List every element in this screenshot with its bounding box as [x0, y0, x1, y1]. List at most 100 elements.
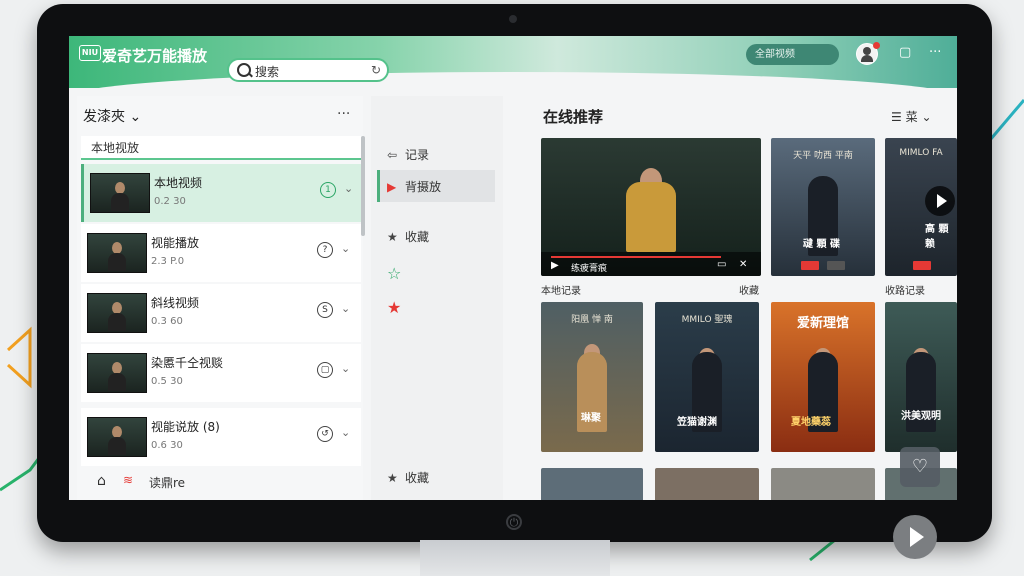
- status-badge: 1: [320, 182, 336, 198]
- movie-card[interactable]: [655, 468, 759, 500]
- play-button[interactable]: [925, 186, 955, 216]
- list-item[interactable]: 视能播放 2.3 P.0 ? ⌄: [81, 224, 361, 282]
- star-icon: ★: [387, 471, 398, 485]
- video-thumbnail: [90, 173, 150, 213]
- progress-bar[interactable]: [551, 256, 721, 258]
- nav-item-star-outline[interactable]: ☆: [387, 264, 405, 283]
- chevron-down-icon[interactable]: ⌄: [341, 302, 350, 315]
- video-meta: 0.6 30: [151, 440, 183, 451]
- star-icon: ★: [387, 230, 398, 244]
- card-top-text: 天平 叻西 平南: [793, 151, 853, 161]
- power-icon[interactable]: ⏻: [506, 514, 522, 530]
- chevron-down-icon[interactable]: ⌄: [341, 242, 350, 255]
- movie-card[interactable]: 阳凰 惮 南 琳聚: [541, 302, 643, 452]
- video-thumbnail: [87, 233, 147, 273]
- nav-item-playing[interactable]: ▶ 背摄放: [387, 178, 441, 195]
- trend-icon[interactable]: ≋: [123, 473, 133, 487]
- chevron-down-icon[interactable]: ⌄: [341, 426, 350, 439]
- footer-label[interactable]: 读鼎re: [149, 474, 185, 491]
- movie-card[interactable]: MMILO 聖瑰 笠猫谢渊: [655, 302, 759, 452]
- app-window: NIU 爱奇艺万能播放 全部视频 ▢ ··· 搜索 ↻ 发漆夾 ⌄ ··· 本地…: [69, 36, 957, 500]
- list-icon: ☰: [891, 110, 902, 124]
- card-title: 叇 顆 碟: [803, 239, 840, 250]
- folder-selector[interactable]: 发漆夾 ⌄: [83, 106, 141, 126]
- list-item[interactable]: 斜线视频 0.3 60 S ⌄: [81, 284, 361, 342]
- list-item[interactable]: 本地视频 0.2 30 1 ⌄: [81, 164, 361, 222]
- play-button[interactable]: [893, 515, 937, 559]
- status-badge: S: [317, 302, 333, 318]
- movie-card[interactable]: [771, 468, 875, 500]
- video-title: 视能说放 (8): [151, 420, 220, 434]
- status-badge: ?: [317, 242, 333, 258]
- card-caption: 收藏: [739, 286, 759, 297]
- section-title: 本地视放: [81, 136, 361, 160]
- video-title: 斜线视频: [151, 296, 200, 310]
- video-title: 视能播放: [151, 236, 200, 250]
- section-title: 在线推荐: [543, 108, 604, 126]
- nav-item-star-red[interactable]: ★: [387, 298, 405, 317]
- more-options-icon[interactable]: ···: [337, 106, 350, 122]
- movie-card[interactable]: [541, 468, 643, 500]
- card-top-text: MIMLO FA: [899, 148, 943, 158]
- card-title: 夏地藥蕊: [791, 417, 831, 428]
- video-thumbnail: [87, 293, 147, 333]
- nav-label: 收藏: [405, 230, 430, 244]
- player-controls[interactable]: ▶ 练疲膏痕 ▭ ✕: [541, 252, 761, 276]
- play-icon[interactable]: ▶: [551, 260, 559, 271]
- movie-card[interactable]: MIMLO FA 高 顆 赖: [885, 138, 957, 276]
- category-dropdown[interactable]: 全部视频: [746, 44, 839, 65]
- video-thumbnail: [87, 417, 147, 457]
- nav-item-favorites[interactable]: ★ 收藏: [387, 228, 429, 245]
- chevron-down-icon: ⌄: [129, 109, 142, 125]
- card-top-text: 爱新理馆: [796, 316, 849, 331]
- movie-card[interactable]: 洪美观明: [885, 302, 957, 452]
- nav-label: 记录: [405, 148, 430, 162]
- app-logo: NIU: [79, 45, 101, 61]
- list-item[interactable]: 染慝千仝视赕 0.5 30 ▢ ⌄: [81, 344, 361, 402]
- card-title: 笠猫谢渊: [677, 417, 717, 428]
- nav-label: 收藏: [405, 471, 430, 485]
- monitor-stand: [420, 540, 610, 576]
- recommend-panel: 在线推荐 ☰ 菜 ⌄ ▶ 练疲膏痕 ▭ ✕ 本地记录 收藏 天平 叻西 平南 叇…: [539, 96, 957, 500]
- home-icon[interactable]: ⌂: [97, 473, 106, 489]
- star-filled-icon: ★: [387, 298, 402, 317]
- movie-card[interactable]: 天平 叻西 平南 叇 顆 碟: [771, 138, 875, 276]
- chevron-down-icon[interactable]: ⌄: [344, 182, 353, 195]
- player-text: 练疲膏痕: [571, 264, 608, 274]
- tag-badge: [801, 261, 819, 270]
- nav-item-history[interactable]: ⇦ 记录: [387, 146, 429, 163]
- video-title: 染慝千仝视赕: [151, 356, 224, 370]
- avatar[interactable]: [856, 42, 880, 65]
- tag-badge: [913, 261, 931, 270]
- notification-dot: [873, 42, 880, 49]
- status-badge: ▢: [317, 362, 333, 378]
- video-figure-body: [626, 182, 676, 252]
- refresh-icon[interactable]: ↻: [371, 63, 381, 77]
- favorite-heart-button[interactable]: ♡: [900, 447, 940, 487]
- card-title: 琳聚: [581, 413, 601, 424]
- more-icon[interactable]: ···: [929, 45, 941, 60]
- scrollbar[interactable]: [361, 136, 365, 236]
- fullscreen-icon[interactable]: ▭: [717, 259, 726, 270]
- video-meta: 0.3 60: [151, 316, 183, 327]
- list-item[interactable]: 视能说放 (8) 0.6 30 ↺ ⌄: [81, 408, 361, 466]
- play-icon: ▶: [387, 180, 397, 194]
- sort-dropdown[interactable]: ☰ 菜 ⌄: [891, 108, 932, 125]
- nav-item-favorites-2[interactable]: ★ 收藏: [387, 469, 429, 486]
- search-input[interactable]: 搜索 ↻: [227, 58, 389, 82]
- local-video-panel: 发漆夾 ⌄ ··· 本地视放 本地视频 0.2 30 1 ⌄ 视能播放 2.3 …: [77, 96, 363, 500]
- video-meta: 0.5 30: [151, 376, 183, 387]
- card-title: 洪美观明: [901, 411, 941, 422]
- search-icon: [237, 63, 251, 77]
- featured-video[interactable]: ▶ 练疲膏痕 ▭ ✕: [541, 138, 761, 276]
- chevron-down-icon[interactable]: ⌄: [341, 362, 350, 375]
- chevron-down-icon: ⌄: [921, 110, 932, 124]
- close-icon[interactable]: ✕: [739, 259, 747, 270]
- star-outline-icon: ☆: [387, 264, 402, 283]
- sort-label: 菜: [905, 110, 918, 124]
- top-bar: NIU 爱奇艺万能播放 全部视频 ▢ ···: [69, 36, 957, 102]
- tag-badge: [827, 261, 845, 270]
- card-caption: 本地记录: [541, 286, 581, 297]
- movie-card[interactable]: 爱新理馆 夏地藥蕊: [771, 302, 875, 452]
- layout-icon[interactable]: ▢: [899, 45, 911, 60]
